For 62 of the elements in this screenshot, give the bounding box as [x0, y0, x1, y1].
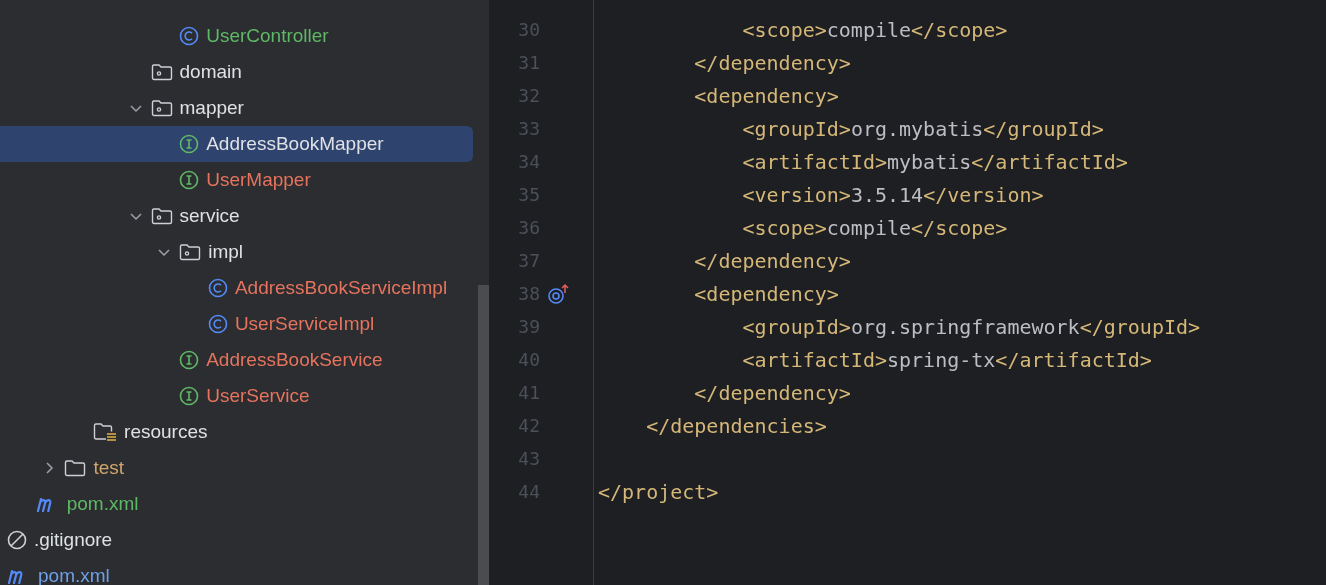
code-line: <scope>compile</scope> [741, 16, 1008, 44]
folder-icon [64, 459, 87, 477]
interface-icon [179, 350, 200, 370]
item-label: .gitignore [34, 527, 113, 552]
item-label: AddressBookServiceImpl [234, 275, 448, 300]
code-line: <groupId>org.mybatis</groupId> [741, 115, 1104, 143]
tree-item[interactable]: pom.xml [0, 558, 473, 585]
item-label: UserController [206, 23, 329, 48]
tree-item[interactable]: mapper [0, 90, 473, 126]
item-label: pom.xml [38, 563, 110, 585]
class-icon [207, 314, 228, 334]
tree-item[interactable]: UserService [0, 378, 473, 414]
tree-item[interactable]: pom.xml [0, 486, 473, 522]
tree-item[interactable]: UserMapper [0, 162, 473, 198]
code-line: </project> [598, 478, 719, 506]
item-label: mapper [179, 95, 244, 120]
item-label: UserMapper [206, 167, 311, 192]
resources-folder-icon [93, 422, 118, 442]
code-line: </dependency> [693, 379, 851, 407]
package-folder-icon [150, 207, 173, 225]
code-line: <dependency> [693, 82, 839, 110]
item-label: domain [179, 59, 242, 84]
item-label: AddressBookService [206, 347, 383, 372]
item-label: UserService [206, 383, 310, 408]
ignored-file-icon [7, 530, 27, 550]
package-folder-icon [179, 243, 202, 261]
item-label: pom.xml [66, 491, 139, 516]
code-line: </dependencies> [645, 412, 827, 440]
item-label: test [93, 455, 124, 480]
tree-item[interactable]: AddressBookServiceImpl [0, 270, 473, 306]
tree-item[interactable]: UserServiceImpl [0, 306, 473, 342]
tree-item[interactable]: resources [0, 414, 473, 450]
implemented-marker-icon[interactable] [548, 282, 570, 305]
tree-item[interactable]: service [0, 198, 473, 234]
code-line: <version>3.5.14</version> [741, 181, 1044, 209]
code-line: <artifactId>mybatis</artifactId> [741, 148, 1128, 176]
package-folder-icon [150, 99, 173, 117]
tree-item[interactable]: test [0, 450, 473, 486]
code-line: </dependency> [693, 247, 851, 275]
package-folder-icon [150, 63, 173, 81]
interface-icon [179, 386, 200, 406]
code-line: <groupId>org.springframework</groupId> [741, 313, 1201, 341]
item-label: service [179, 203, 240, 228]
code-line: <scope>compile</scope> [741, 214, 1008, 242]
code-line: <dependency> [693, 280, 839, 308]
tree-item[interactable]: UserController [0, 18, 473, 54]
class-icon [179, 26, 200, 46]
tree-item[interactable]: impl [0, 234, 473, 270]
item-label: UserServiceImpl [234, 311, 375, 336]
tree-item[interactable]: domain [0, 54, 473, 90]
tree-item[interactable]: .gitignore [0, 522, 473, 558]
item-label: resources [124, 419, 208, 444]
item-label: impl [208, 239, 244, 264]
code-line: <artifactId>spring-tx</artifactId> [741, 346, 1152, 374]
tree-item[interactable]: AddressBookService [0, 342, 473, 378]
code-line: </dependency> [693, 49, 851, 77]
scrollbar[interactable] [478, 285, 489, 585]
interface-icon [179, 134, 200, 154]
class-icon [207, 278, 228, 298]
item-label: AddressBookMapper [206, 131, 384, 156]
interface-icon [179, 170, 200, 190]
tree-item[interactable]: AddressBookMapper [0, 126, 473, 162]
